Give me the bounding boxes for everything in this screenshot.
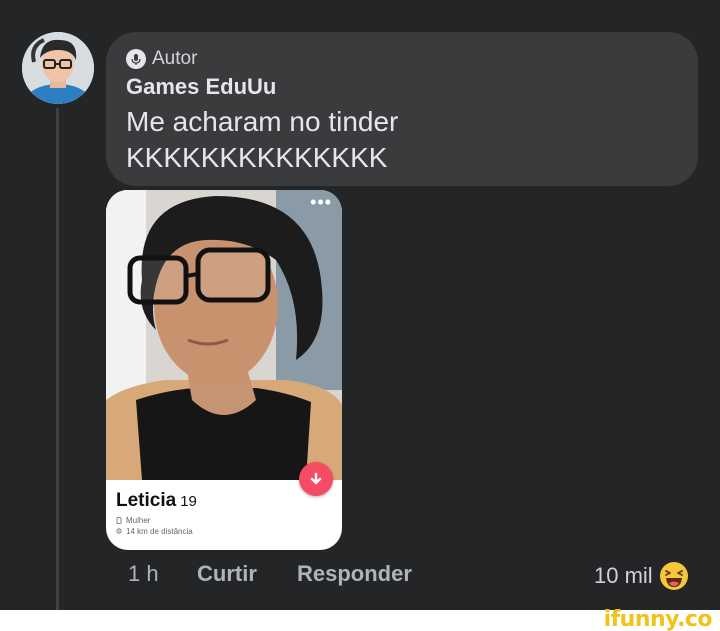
- reply-button[interactable]: Responder: [297, 561, 412, 587]
- comment-bubble: Autor Games EduUu Me acharam no tinder K…: [106, 32, 698, 186]
- avatar-image: [22, 32, 94, 104]
- author-badge: Autor: [126, 46, 678, 72]
- laughing-emoji-icon: [659, 562, 688, 590]
- dislike-button[interactable]: [299, 462, 333, 496]
- gender-text: Mulher: [126, 516, 151, 525]
- badge-label: Autor: [152, 48, 198, 69]
- profile-info: Leticia 19 Mulher 14 km de distância: [116, 490, 197, 536]
- author-name[interactable]: Games EduUu: [126, 74, 678, 100]
- reaction-count-text: 10 mil: [594, 563, 653, 588]
- more-options-icon[interactable]: •••: [310, 192, 332, 213]
- person-icon: [116, 517, 122, 524]
- comment-text-line-1: Me acharam no tinder: [126, 106, 399, 137]
- like-button[interactable]: Curtir: [197, 561, 257, 587]
- location-pin-icon: [116, 528, 122, 534]
- reaction-count[interactable]: 10 mil: [594, 561, 689, 591]
- timestamp[interactable]: 1 h: [128, 561, 159, 587]
- profile-age: 19: [180, 493, 197, 510]
- arrow-down-icon: [310, 472, 322, 485]
- profile-distance: 14 km de distância: [116, 527, 197, 536]
- thread-line: [56, 108, 59, 610]
- watermark: ifunny.co: [603, 607, 713, 631]
- profile-gender: Mulher: [116, 516, 197, 525]
- microphone-icon: [126, 49, 146, 69]
- profile-photo: [106, 190, 342, 480]
- comment-text-line-2: KKKKKKKKKKKKKK: [126, 142, 388, 173]
- profile-name: Leticia: [116, 490, 177, 511]
- attached-image-card[interactable]: ••• Leticia 19 Mulher 14 km de distância: [106, 190, 342, 550]
- distance-text: 14 km de distância: [126, 527, 193, 536]
- avatar[interactable]: [22, 32, 94, 104]
